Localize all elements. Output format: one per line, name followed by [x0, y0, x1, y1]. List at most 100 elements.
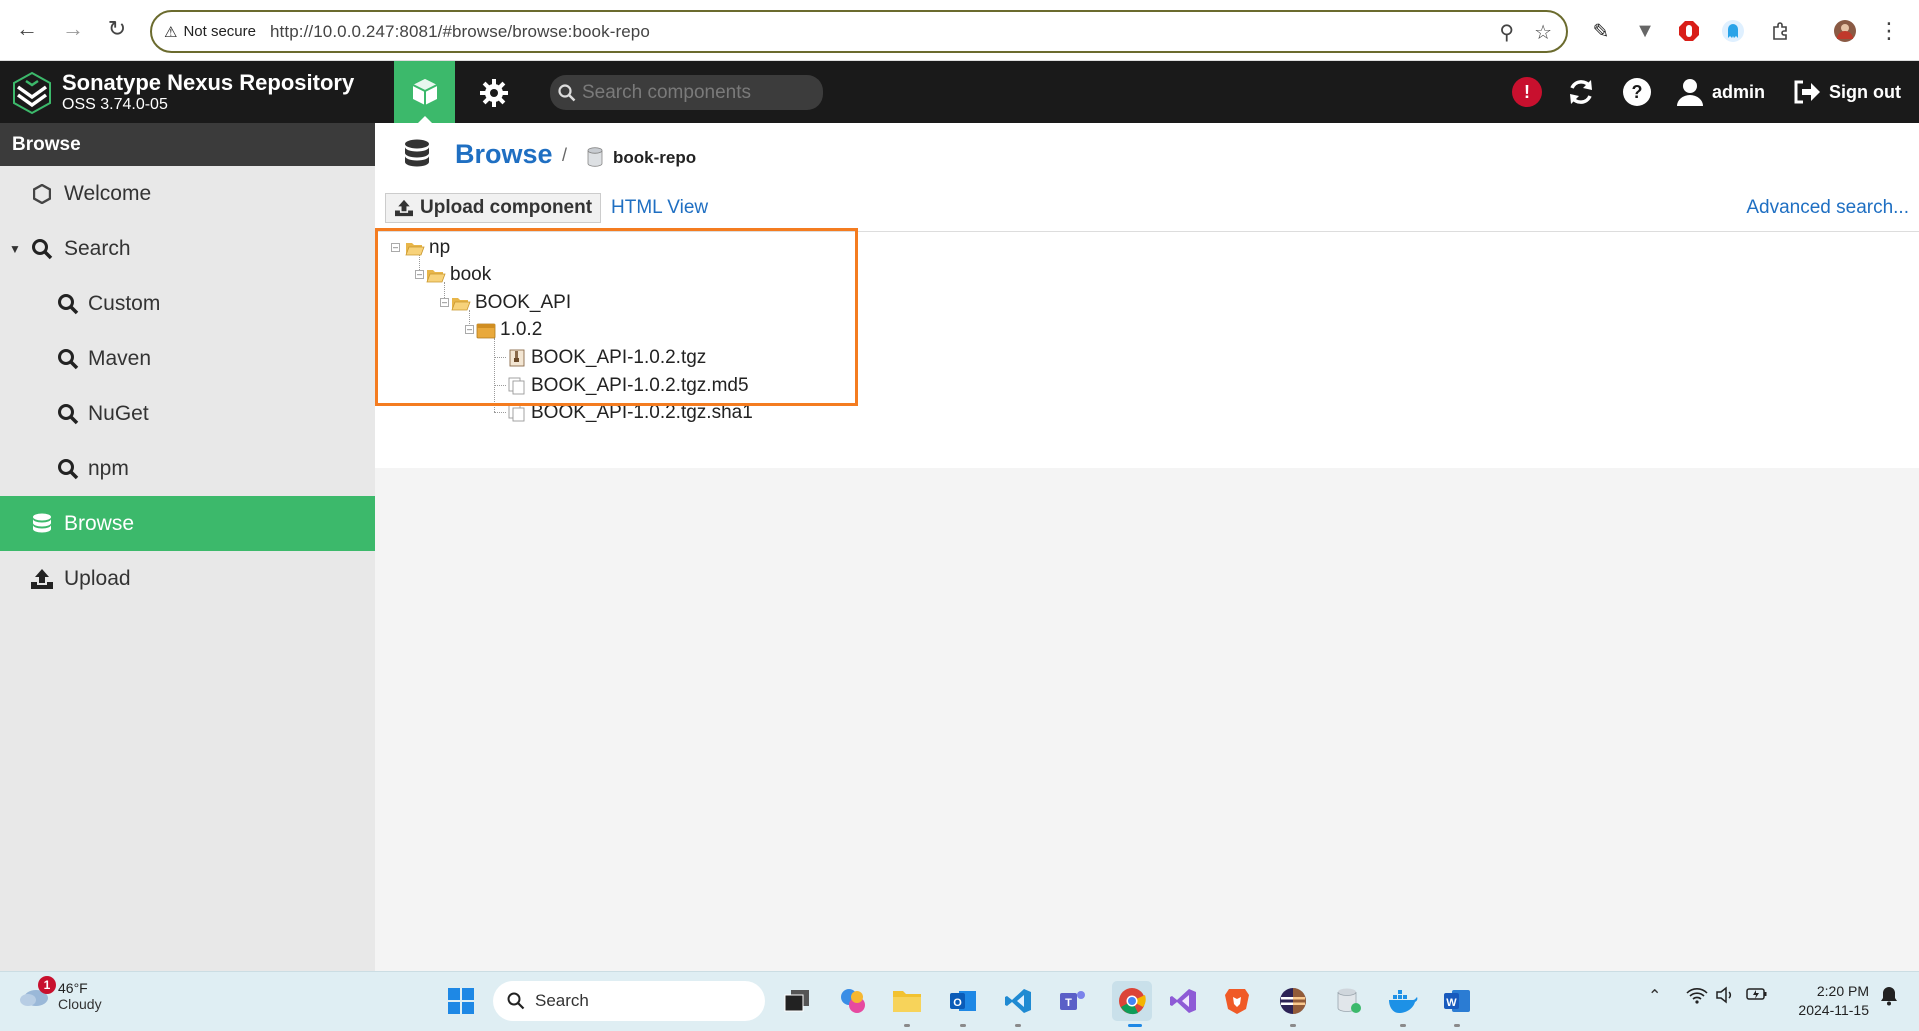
- tree-node-label: BOOK_API-1.0.2.tgz: [531, 347, 707, 368]
- sidebar-item-search-nuget[interactable]: NuGet: [0, 386, 375, 441]
- security-label: Not secure: [183, 23, 256, 40]
- tree-node-folder[interactable]: BOOK_API: [451, 288, 571, 318]
- browse-mode-button[interactable]: [394, 61, 455, 123]
- address-bar[interactable]: ⚠ Not secure http://10.0.0.247:8081/#bro…: [150, 10, 1568, 53]
- tree-node-folder[interactable]: np: [405, 233, 450, 263]
- vue-extension-icon[interactable]: ▼: [1632, 18, 1658, 44]
- app-version: OSS 3.74.0-05: [62, 96, 168, 113]
- search-icon: [30, 237, 54, 261]
- breadcrumb-browse[interactable]: Browse: [455, 139, 553, 170]
- sidebar-item-label: Welcome: [64, 181, 152, 205]
- wifi-icon[interactable]: [1686, 986, 1708, 1009]
- running-indicator: [904, 1024, 910, 1027]
- puzzle-extensions-icon[interactable]: [1768, 18, 1794, 44]
- tree-node-component[interactable]: 1.0.2: [476, 315, 542, 345]
- upload-component-button[interactable]: Upload component: [385, 193, 602, 223]
- nexus-logo[interactable]: [12, 71, 52, 115]
- reload-icon[interactable]: ↻: [102, 14, 132, 44]
- tree-node-asset[interactable]: BOOK_API-1.0.2.tgz.md5: [507, 371, 749, 401]
- html-view-link[interactable]: HTML View: [611, 197, 708, 219]
- tree-node-folder[interactable]: book: [426, 260, 491, 290]
- bookmark-star-icon[interactable]: ☆: [1534, 20, 1552, 45]
- refresh-icon: [1570, 80, 1592, 104]
- windows-taskbar: 1 46°F Cloudy Search O T W ⌃ 2:20 PM 202…: [0, 971, 1919, 1031]
- key-icon[interactable]: ⚲: [1499, 20, 1514, 45]
- hexagon-icon: [30, 182, 54, 206]
- word-icon[interactable]: W: [1442, 986, 1472, 1016]
- user-account-button[interactable]: admin: [1676, 61, 1765, 123]
- upload-component-label: Upload component: [420, 197, 593, 218]
- forward-icon[interactable]: →: [58, 14, 88, 44]
- running-indicator: [1400, 1024, 1406, 1027]
- sidebar-item-label: Browse: [64, 511, 135, 535]
- teams-icon[interactable]: T: [1058, 986, 1088, 1016]
- system-clock[interactable]: 2:20 PM 2024-11-15: [1798, 982, 1869, 1020]
- back-icon[interactable]: ←: [12, 14, 42, 44]
- notification-bell-icon[interactable]: [1880, 986, 1898, 1011]
- browser-menu-icon[interactable]: ⋮: [1876, 18, 1902, 44]
- weather-widget[interactable]: 1 46°F Cloudy: [18, 976, 102, 1012]
- vscode-icon[interactable]: [1003, 986, 1033, 1016]
- battery-icon[interactable]: [1746, 986, 1768, 1007]
- brave-icon[interactable]: [1222, 986, 1252, 1016]
- sidebar-item-label: Upload: [64, 566, 131, 590]
- url-text[interactable]: http://10.0.0.247:8081/#browse/browse:bo…: [270, 22, 650, 42]
- admin-settings-button[interactable]: [476, 75, 512, 111]
- ghost-extension-icon[interactable]: [1720, 18, 1746, 44]
- username-label: admin: [1712, 81, 1766, 102]
- tray-overflow-icon[interactable]: ⌃: [1648, 986, 1661, 1006]
- sidebar-item-search-maven[interactable]: Maven: [0, 331, 375, 386]
- adblock-extension-icon[interactable]: [1676, 18, 1702, 44]
- volume-icon[interactable]: [1716, 986, 1736, 1009]
- search-icon: [56, 347, 80, 371]
- sidebar-item-upload[interactable]: Upload: [0, 551, 375, 606]
- svg-text:T: T: [1065, 997, 1072, 1009]
- sidebar-item-browse[interactable]: Browse: [0, 496, 375, 551]
- pen-extension-icon[interactable]: ✎: [1588, 18, 1614, 44]
- file-explorer-icon[interactable]: [892, 986, 922, 1016]
- search-icon: [56, 402, 80, 426]
- database-icon: [405, 139, 429, 167]
- component-box-icon: [476, 321, 496, 339]
- sign-out-label: Sign out: [1829, 81, 1901, 102]
- docker-icon[interactable]: [1388, 986, 1418, 1016]
- sidebar-item-welcome[interactable]: Welcome: [0, 166, 375, 221]
- system-alert-button[interactable]: !: [1512, 61, 1542, 123]
- app-title: Sonatype Nexus Repository: [62, 70, 355, 95]
- file-icon: [507, 377, 527, 395]
- search-icon: [56, 292, 80, 316]
- database-tool-icon[interactable]: [1334, 986, 1364, 1016]
- profile-avatar-icon[interactable]: [1832, 18, 1858, 44]
- advanced-search-link[interactable]: Advanced search...: [1746, 197, 1909, 219]
- eclipse-icon[interactable]: [1278, 986, 1308, 1016]
- collapse-toggle-icon[interactable]: –: [440, 298, 449, 307]
- repository-icon: [587, 147, 603, 167]
- visual-studio-icon[interactable]: [1168, 986, 1198, 1016]
- search-icon: [56, 457, 80, 481]
- sidebar-item-search[interactable]: ▼ Search: [0, 221, 375, 276]
- sign-out-button[interactable]: Sign out: [1793, 61, 1901, 123]
- sidebar-item-search-npm[interactable]: npm: [0, 441, 375, 496]
- notification-badge: 1: [38, 976, 56, 994]
- chrome-icon[interactable]: [1112, 981, 1152, 1021]
- copilot-icon[interactable]: [838, 986, 868, 1016]
- windows-start-icon[interactable]: [446, 986, 476, 1016]
- outlook-icon[interactable]: O: [948, 986, 978, 1016]
- collapse-toggle-icon[interactable]: –: [465, 325, 474, 334]
- upload-icon: [395, 199, 413, 217]
- component-search[interactable]: [550, 75, 823, 110]
- sidebar-item-search-custom[interactable]: Custom: [0, 276, 375, 331]
- main-panel: Browse / book-repo Upload component HTML…: [375, 123, 1919, 971]
- security-indicator[interactable]: ⚠ Not secure: [164, 23, 270, 41]
- refresh-button[interactable]: [1566, 61, 1596, 123]
- caret-down-icon[interactable]: ▼: [8, 237, 22, 261]
- tree-node-asset[interactable]: BOOK_API-1.0.2.tgz.sha1: [507, 398, 753, 428]
- task-view-icon[interactable]: [782, 986, 812, 1016]
- collapse-toggle-icon[interactable]: –: [415, 270, 424, 279]
- search-components-input[interactable]: [582, 81, 812, 104]
- breadcrumb-repository: book-repo: [613, 148, 697, 167]
- help-button[interactable]: ?: [1622, 61, 1652, 123]
- collapse-toggle-icon[interactable]: –: [391, 243, 400, 252]
- tree-node-asset[interactable]: BOOK_API-1.0.2.tgz: [507, 343, 706, 373]
- taskbar-search[interactable]: Search: [493, 981, 765, 1021]
